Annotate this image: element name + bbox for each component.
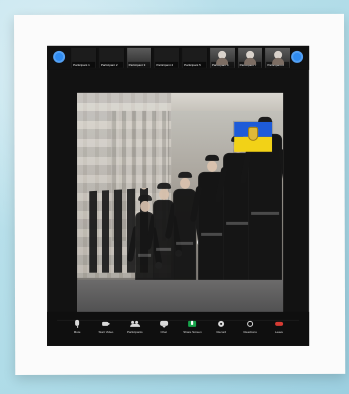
marching-soldier	[239, 133, 284, 316]
share-screen-label: Share Screen	[183, 329, 202, 334]
photo-paper-frame: Participant 1 Participant 2 Participant …	[14, 13, 346, 375]
photo-scene: Participant 1 Participant 2 Participant …	[0, 0, 349, 394]
reactions-label: Reactions	[243, 329, 257, 334]
participant-name: Participant 5	[183, 61, 206, 68]
participant-name: Participant 2	[99, 61, 123, 68]
participant-tile[interactable]: Participant 8	[265, 47, 292, 68]
mute-label: Mute	[73, 329, 81, 334]
participant-tile[interactable]: Participant 5	[182, 47, 208, 68]
participant-tile[interactable]: Participant 1	[71, 47, 97, 68]
chat-label: Chat	[160, 329, 167, 334]
leave-label: Leave	[274, 329, 284, 334]
participant-name: Participant 7	[238, 61, 262, 68]
participant-name: Participant 8	[266, 61, 290, 68]
share-screen-button[interactable]: Share Screen	[182, 320, 202, 338]
shared-video-view	[77, 92, 284, 316]
participant-name: Participant 3	[127, 61, 151, 68]
participants-label: Participants	[126, 329, 143, 334]
mic-icon	[72, 320, 82, 328]
leave-button[interactable]: Leave	[269, 320, 289, 338]
record-icon	[216, 320, 226, 328]
participant-tile[interactable]: Participant 6	[209, 47, 236, 68]
mute-button[interactable]: Mute	[67, 320, 87, 338]
participant-tile[interactable]: Participant 4	[154, 47, 181, 68]
record-label: Record	[216, 329, 227, 334]
flag-emblem-icon	[248, 126, 259, 141]
chat-icon	[159, 320, 169, 328]
record-button[interactable]: Record	[211, 320, 231, 338]
meeting-controls-bar: Mute Start Video Participants Chat Share…	[47, 311, 310, 346]
participant-tile[interactable]: Participant 3	[126, 47, 153, 68]
share-icon	[187, 320, 197, 328]
ukraine-flag	[233, 120, 274, 153]
parade-street	[77, 279, 284, 316]
participant-tile[interactable]: Participant 7	[237, 47, 264, 68]
zoom-meeting-window: Participant 1 Participant 2 Participant …	[47, 45, 310, 346]
meeting-controls: Mute Start Video Participants Chat Share…	[67, 320, 289, 338]
participant-strip: Participant 1 Participant 2 Participant …	[47, 45, 310, 70]
left-circle-icon[interactable]	[53, 50, 66, 63]
participant-tile[interactable]: Participant 2	[98, 47, 125, 68]
participant-name: Participant 6	[210, 61, 234, 68]
participant-name: Participant 1	[72, 61, 95, 68]
participants-button[interactable]: Participants	[125, 320, 145, 338]
video-button[interactable]: Start Video	[96, 320, 116, 338]
right-circle-icon[interactable]	[291, 50, 304, 63]
users-icon	[130, 320, 140, 328]
leave-icon	[274, 320, 284, 328]
reactions-icon	[245, 320, 255, 328]
participant-thumbnails: Participant 1 Participant 2 Participant …	[71, 47, 292, 68]
video-label: Start Video	[98, 329, 114, 334]
reactions-button[interactable]: Reactions	[240, 320, 260, 338]
chat-button[interactable]: Chat	[154, 320, 174, 338]
participant-name: Participant 4	[155, 61, 179, 68]
video-icon	[101, 320, 111, 328]
